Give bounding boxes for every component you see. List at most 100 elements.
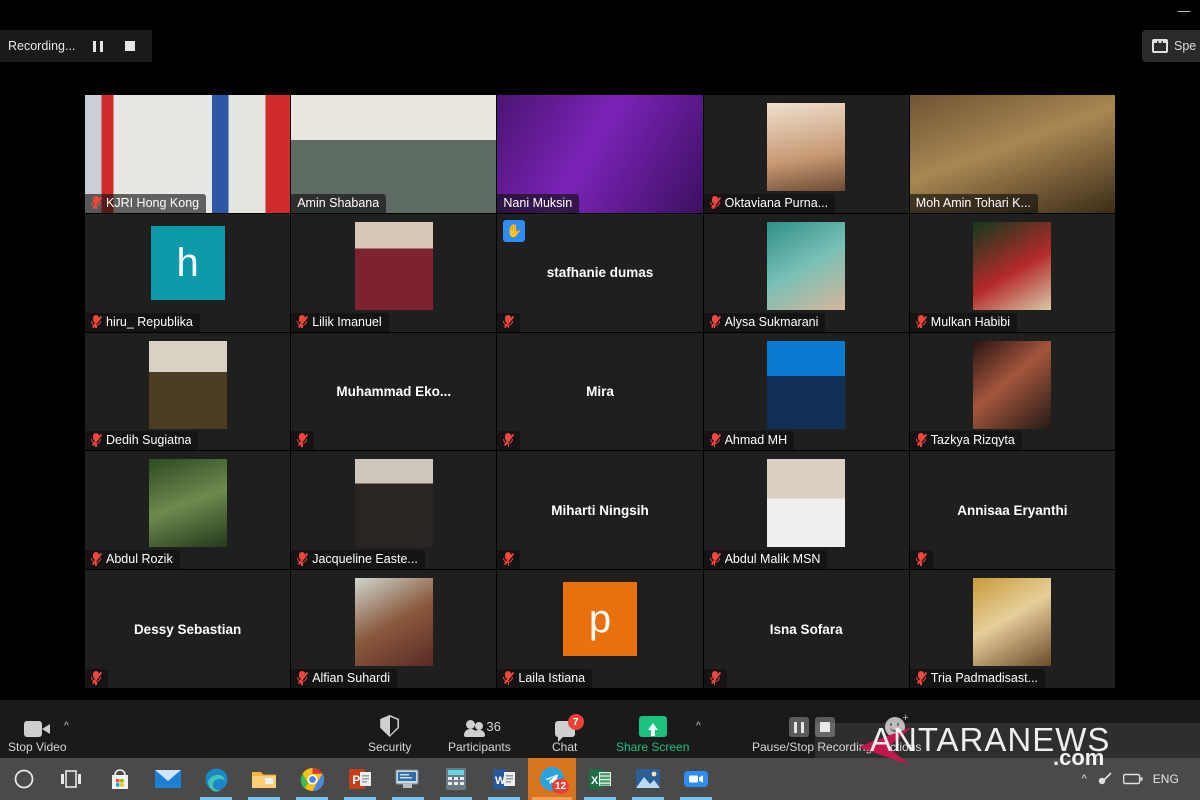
participant-tile[interactable]: Jacqueline Easte... <box>291 451 497 570</box>
taskbar-remote-desktop-icon[interactable] <box>384 758 432 800</box>
participant-status <box>497 312 521 332</box>
taskbar-task-view-icon[interactable] <box>48 758 96 800</box>
participant-tile[interactable]: Abdul Rozik <box>85 451 291 570</box>
participant-video <box>767 221 846 310</box>
participant-tile[interactable]: Tria Padmadisast... <box>909 570 1115 688</box>
participant-status <box>497 431 521 451</box>
taskbar-clock[interactable] <box>1189 766 1192 792</box>
taskbar-powerpoint-icon[interactable]: P <box>336 758 384 800</box>
mic-muted-icon <box>915 433 927 447</box>
reactions-button[interactable]: + Reactions <box>868 713 921 755</box>
taskbar-mail-icon[interactable] <box>144 758 192 800</box>
participant-video <box>973 340 1052 429</box>
tray-chevron-icon[interactable]: ^ <box>1082 773 1087 785</box>
participant-name: Mulkan Habibi <box>930 314 1011 329</box>
pause-recording-icon[interactable] <box>89 37 107 55</box>
taskbar-telegram-icon[interactable]: 12 <box>528 758 576 800</box>
raised-hand-icon: ✋ <box>503 219 526 242</box>
participant-tile[interactable]: Alfian Suhardi <box>291 570 497 688</box>
participant-tile[interactable]: Tazkya Rizqyta <box>909 332 1115 451</box>
taskbar-microsoft-store-icon[interactable] <box>96 758 144 800</box>
remote-desktop-icon <box>395 766 421 792</box>
network-icon[interactable] <box>1097 772 1113 786</box>
speaker-view-icon <box>1152 39 1168 53</box>
stop-icon[interactable] <box>815 717 836 737</box>
stop-recording-icon[interactable] <box>121 37 139 55</box>
participant-tile[interactable]: Miharti Ningsih <box>497 451 703 570</box>
participant-video <box>354 578 433 667</box>
participant-name: Alysa Sukmarani <box>724 314 819 329</box>
participant-tile[interactable]: Muhammad Eko... <box>291 332 497 451</box>
participant-tile[interactable]: Mira <box>497 332 703 451</box>
participant-tile[interactable]: Ahmad MH <box>703 332 909 451</box>
participants-icon: 36 <box>464 713 501 737</box>
participant-name: Lilik Imanuel <box>312 314 382 329</box>
chat-bubble-icon: 7 <box>554 713 584 742</box>
participant-tile[interactable]: h hiru_ Republika <box>85 213 291 332</box>
participant-tile[interactable]: Isna Sofara <box>703 570 909 688</box>
participant-video <box>354 221 433 310</box>
security-label: Security <box>368 740 412 754</box>
taskbar-start-icon[interactable] <box>0 758 48 800</box>
participant-name: Dedih Sugiatna <box>106 433 192 448</box>
taskbar-excel-icon[interactable]: X <box>576 758 624 800</box>
share-screen-button[interactable]: Share Screen <box>616 713 689 754</box>
chat-unread-badge: 7 <box>567 714 584 730</box>
participant-name: Tazkya Rizqyta <box>930 433 1015 448</box>
participants-label: Participants <box>448 740 511 754</box>
chrome-icon <box>299 766 325 792</box>
participant-name-label: hiru_ Republika <box>85 312 200 332</box>
participant-tile[interactable]: KJRI Hong Kong <box>85 95 291 213</box>
language-indicator[interactable]: ENG <box>1153 772 1179 786</box>
video-options-caret[interactable]: ^ <box>64 721 69 732</box>
minimize-button[interactable]: — <box>1176 3 1192 19</box>
participant-tile[interactable]: ✋ stafhanie dumas <box>497 213 703 332</box>
participant-tile[interactable]: Oktaviana Purna... <box>703 95 909 213</box>
participant-tile[interactable]: Moh Amin Tohari K... <box>909 95 1115 213</box>
taskbar-calculator-icon[interactable] <box>432 758 480 800</box>
mic-muted-icon <box>297 433 309 447</box>
participant-name: Ahmad MH <box>724 433 788 448</box>
participant-tile[interactable]: Annisaa Eryanthi <box>909 451 1115 570</box>
taskbar-zoom-icon[interactable] <box>672 758 720 800</box>
taskbar-file-explorer-icon[interactable] <box>240 758 288 800</box>
participants-button[interactable]: 36 Participants <box>448 713 511 754</box>
chat-button[interactable]: 7 Chat <box>552 713 584 754</box>
participant-tile[interactable]: Lilik Imanuel <box>291 213 497 332</box>
speaker-view-button[interactable]: Spe <box>1142 30 1200 62</box>
participant-name-label: KJRI Hong Kong <box>85 193 207 213</box>
participant-tile[interactable]: Alysa Sukmarani <box>703 213 909 332</box>
participant-name-label: Tria Padmadisast... <box>909 669 1046 688</box>
participant-tile[interactable]: Dessy Sebastian <box>85 570 291 688</box>
participant-tile[interactable]: Mulkan Habibi <box>909 213 1115 332</box>
system-tray: ^ ENG <box>1082 758 1200 800</box>
stop-video-button[interactable]: Stop Video <box>8 713 67 754</box>
participant-tile[interactable]: Nani Muksin <box>497 95 703 213</box>
participant-tile[interactable]: Amin Shabana <box>291 95 497 213</box>
participant-name-label: Lilik Imanuel <box>291 312 389 332</box>
mic-muted-icon <box>503 552 515 566</box>
taskbar-photos-icon[interactable] <box>624 758 672 800</box>
participant-name: Alfian Suhardi <box>312 671 391 685</box>
stop-video-label: Stop Video <box>8 740 67 754</box>
mic-muted-icon <box>709 195 721 210</box>
taskbar-chrome-icon[interactable] <box>288 758 336 800</box>
chat-label: Chat <box>552 740 578 754</box>
participant-tile[interactable]: Dedih Sugiatna <box>85 332 291 451</box>
taskbar-edge-icon[interactable] <box>192 758 240 800</box>
participant-tile[interactable]: p Laila Istiana <box>497 570 703 688</box>
participant-name-label: Abdul Malik MSN <box>703 550 828 570</box>
share-options-caret[interactable]: ^ <box>696 721 701 732</box>
calculator-icon <box>443 766 469 792</box>
battery-icon[interactable] <box>1122 773 1143 785</box>
taskbar-word-icon[interactable]: W <box>480 758 528 800</box>
microsoft-store-icon <box>107 766 133 792</box>
participant-tile[interactable]: Abdul Malik MSN <box>703 451 909 570</box>
participant-name: Mira <box>586 383 614 399</box>
pause-stop-recording-button[interactable]: Pause/Stop Recording <box>752 713 872 754</box>
security-button[interactable]: Security <box>368 713 411 754</box>
participant-status <box>497 550 521 570</box>
pause-icon[interactable] <box>789 717 810 737</box>
mic-muted-icon <box>915 552 927 566</box>
mic-muted-icon <box>709 552 721 566</box>
